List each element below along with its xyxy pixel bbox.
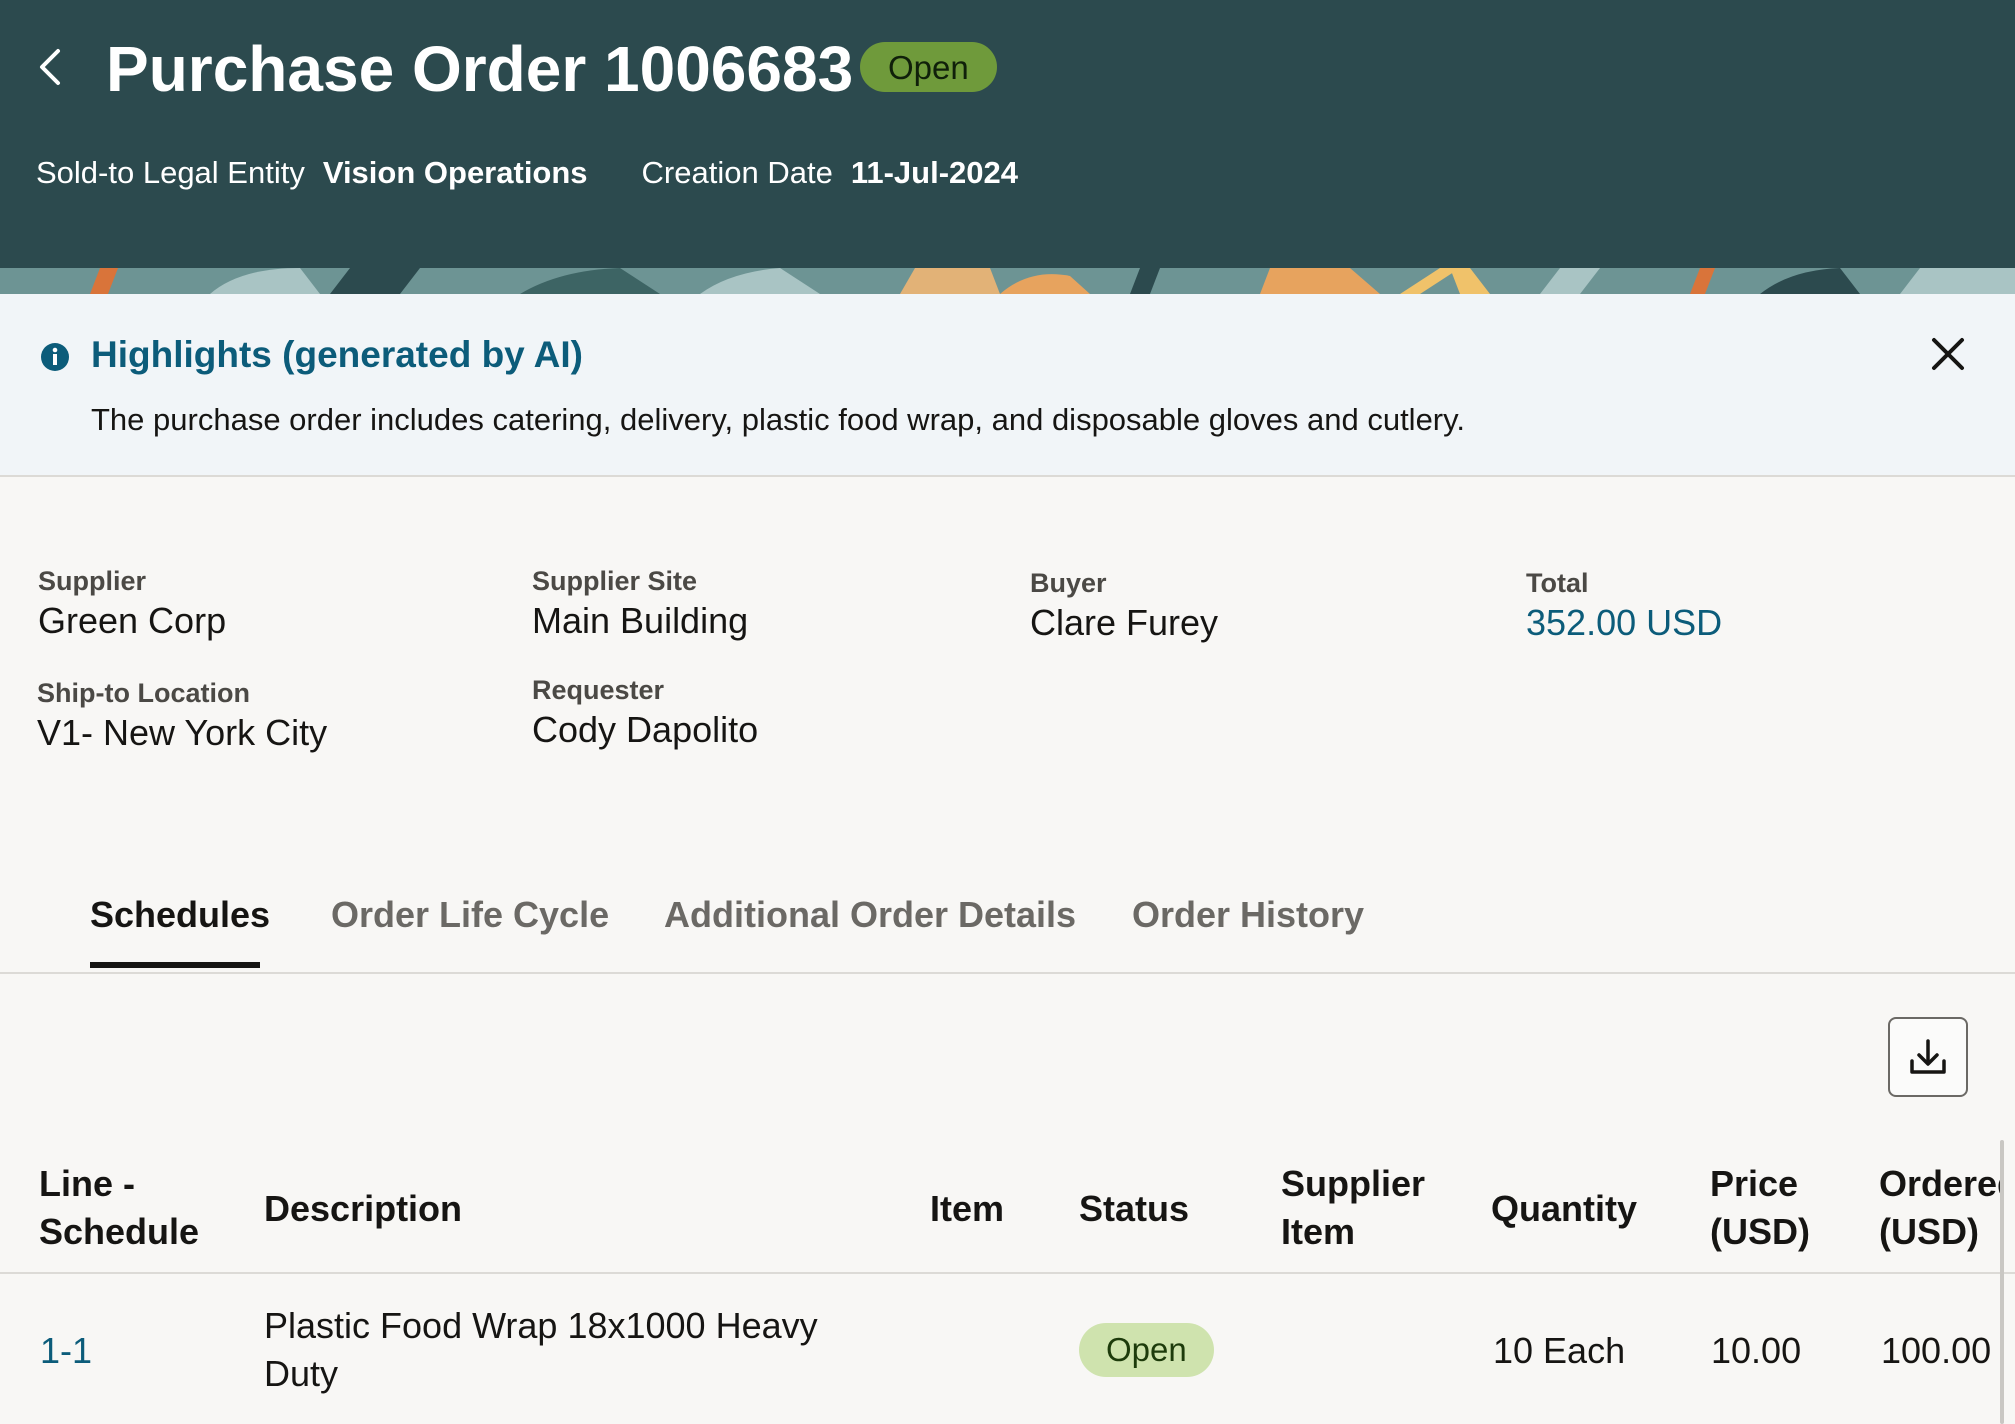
sold-to-value: Vision Operations: [322, 155, 588, 190]
supplier-site-label: Supplier Site: [532, 566, 698, 596]
decorative-banner: [0, 268, 2015, 294]
table-scrollbar[interactable]: [2000, 1140, 2004, 1424]
download-icon: [1910, 1039, 1946, 1074]
highlights-text: The purchase order includes catering, de…: [91, 402, 1465, 437]
column-header-price[interactable]: Price (USD): [1710, 1160, 1810, 1256]
page-header: Purchase Order 1006683 Open Sold-to Lega…: [0, 0, 2015, 268]
creation-date-label: Creation Date: [641, 155, 833, 190]
buyer-value: Clare Furey: [1030, 602, 1219, 643]
supplier-label: Supplier: [38, 566, 147, 596]
tab-order-life-cycle[interactable]: Order Life Cycle: [331, 894, 609, 936]
column-header-supplier-item[interactable]: Supplier Item: [1281, 1160, 1425, 1256]
close-icon: [1932, 338, 1964, 370]
column-header-ordered[interactable]: Ordered (USD): [1879, 1160, 2000, 1256]
active-tab-indicator: [90, 962, 260, 968]
table-header-divider: [0, 1272, 2015, 1274]
tab-order-history[interactable]: Order History: [1132, 894, 1364, 936]
back-button[interactable]: [30, 40, 70, 94]
requester-value: Cody Dapolito: [532, 709, 759, 750]
tab-additional-order-details[interactable]: Additional Order Details: [664, 894, 1076, 936]
supplier-site-value: Main Building: [532, 600, 749, 641]
ai-highlights-panel: [0, 294, 2015, 477]
status-badge: Open: [860, 42, 997, 92]
highlights-title: Highlights (generated by AI): [91, 334, 583, 375]
row-status-badge: Open: [1079, 1323, 1214, 1377]
row-ordered: 100.00: [1881, 1330, 1992, 1371]
ship-to-value: V1- New York City: [37, 712, 328, 753]
close-highlights-button[interactable]: [1928, 334, 1968, 374]
page-title: Purchase Order 1006683: [106, 33, 854, 105]
header-meta: Sold-to Legal Entity Vision Operations C…: [36, 155, 1072, 191]
column-header-line-schedule[interactable]: Line - Schedule: [39, 1160, 199, 1256]
chevron-left-icon: [40, 49, 60, 85]
row-quantity: 10 Each: [1493, 1330, 1626, 1371]
total-label: Total: [1526, 568, 1589, 598]
creation-date-value: 11-Jul-2024: [850, 155, 1018, 190]
supplier-value: Green Corp: [38, 600, 227, 641]
requester-label: Requester: [532, 675, 665, 705]
column-header-description[interactable]: Description: [264, 1185, 462, 1233]
line-schedule-link[interactable]: 1-1: [40, 1327, 92, 1375]
column-header-status[interactable]: Status: [1079, 1185, 1189, 1233]
column-header-item[interactable]: Item: [930, 1185, 1004, 1233]
sold-to-label: Sold-to Legal Entity: [36, 155, 305, 190]
row-description: Plastic Food Wrap 18x1000 Heavy Duty: [264, 1305, 818, 1394]
download-button[interactable]: [1888, 1017, 1968, 1097]
row-price: 10.00: [1711, 1330, 1802, 1371]
info-icon: [41, 343, 69, 371]
column-header-quantity[interactable]: Quantity: [1491, 1185, 1637, 1233]
tab-schedules[interactable]: Schedules: [90, 894, 270, 936]
total-value[interactable]: 352.00 USD: [1526, 602, 1722, 644]
buyer-label: Buyer: [1030, 568, 1107, 598]
ship-to-label: Ship-to Location: [37, 678, 250, 708]
